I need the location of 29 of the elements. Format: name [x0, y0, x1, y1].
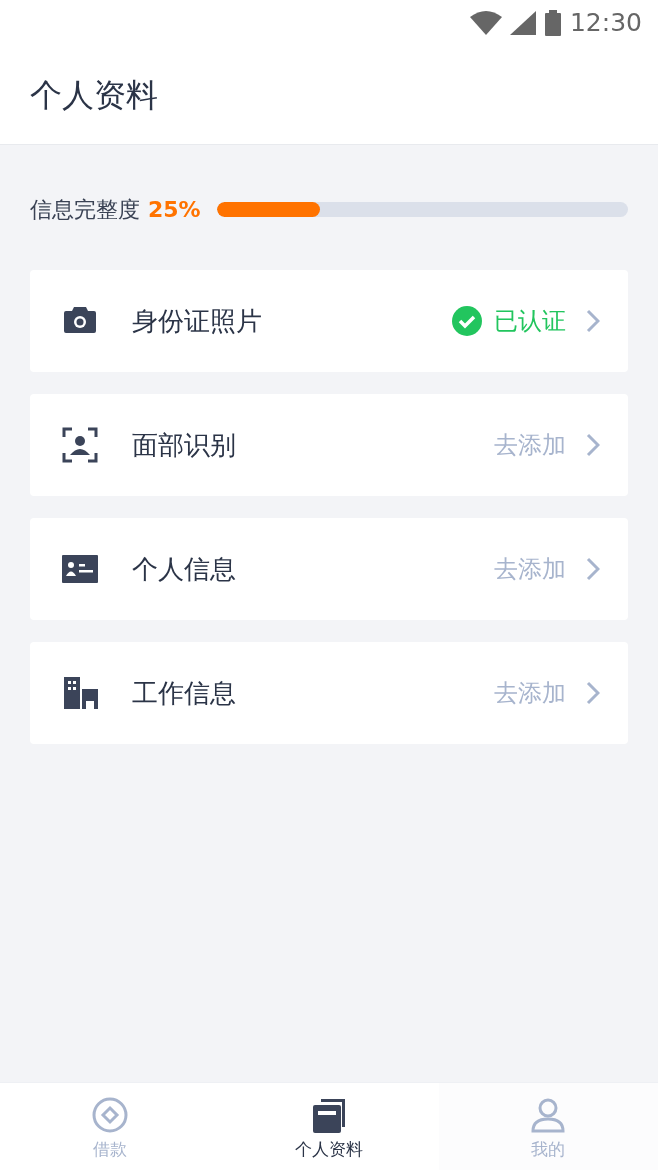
- chevron-right-icon: [586, 309, 600, 333]
- item-label: 面部识别: [132, 428, 237, 462]
- completeness-label: 信息完整度: [30, 196, 140, 224]
- list-item[interactable]: 工作信息 去添加: [30, 642, 628, 744]
- list-item[interactable]: 面部识别 去添加: [30, 394, 628, 496]
- battery-icon: [543, 10, 562, 36]
- signal-icon: [509, 11, 536, 35]
- item-label: 个人信息: [132, 552, 237, 586]
- documents-icon: [311, 1097, 347, 1133]
- face-scan-icon: [62, 427, 98, 463]
- item-status: 去添加: [494, 678, 566, 709]
- chevron-right-icon: [586, 433, 600, 457]
- wifi-icon: [469, 11, 502, 35]
- tab[interactable]: 个人资料: [219, 1083, 439, 1170]
- item-status: 已认证: [494, 306, 566, 337]
- chevron-right-icon: [586, 557, 600, 581]
- item-status: 去添加: [494, 554, 566, 585]
- status-time: 12:30: [569, 7, 642, 40]
- page-title: 个人资料: [30, 75, 158, 116]
- completeness-percent: 25%: [148, 196, 201, 224]
- loan-icon: [91, 1097, 128, 1133]
- item-status: 去添加: [494, 430, 566, 461]
- list-item[interactable]: 个人信息 去添加: [30, 518, 628, 620]
- building-icon: [62, 675, 98, 711]
- list-item[interactable]: 身份证照片 已认证: [30, 270, 628, 372]
- item-label: 工作信息: [132, 676, 237, 710]
- user-icon: [530, 1097, 567, 1133]
- chevron-right-icon: [586, 681, 600, 705]
- item-label: 身份证照片: [132, 304, 263, 338]
